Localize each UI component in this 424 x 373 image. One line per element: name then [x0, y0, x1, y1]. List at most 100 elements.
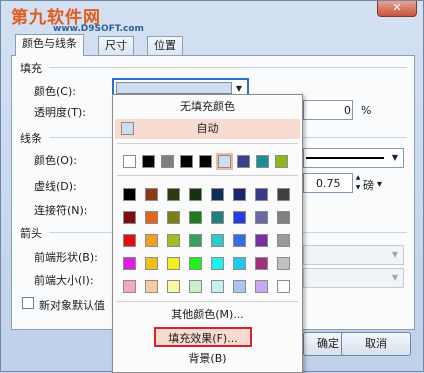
- popup-divider: [117, 301, 298, 302]
- standard-color-swatch[interactable]: [211, 188, 224, 201]
- fill-effects-label: 填充效果(F)...: [168, 332, 238, 345]
- chevron-down-icon: ▼: [391, 153, 399, 162]
- standard-color-swatch[interactable]: [167, 280, 180, 293]
- standard-color-swatch[interactable]: [255, 188, 268, 201]
- theme-color-swatch[interactable]: [142, 155, 155, 168]
- connector-label: 连接符(N):: [34, 204, 88, 217]
- standard-color-swatch[interactable]: [277, 188, 290, 201]
- standard-color-swatch[interactable]: [123, 211, 136, 224]
- standard-color-swatch[interactable]: [255, 234, 268, 247]
- tab-size[interactable]: 尺寸: [98, 36, 134, 56]
- watermark-url: www.D9SOFT.com: [53, 24, 144, 34]
- standard-color-swatch[interactable]: [233, 188, 246, 201]
- theme-color-swatch[interactable]: [216, 153, 233, 170]
- standard-color-swatch[interactable]: [211, 280, 224, 293]
- close-button[interactable]: ✕: [377, 1, 417, 17]
- standard-color-swatch[interactable]: [145, 188, 158, 201]
- standard-color-swatch[interactable]: [189, 211, 202, 224]
- line-weight-input[interactable]: 0.75: [303, 173, 353, 193]
- color-picker-popup: 无填充颜色 自动 其他颜色(M)... 填充效果(F)... 背景(B): [112, 94, 303, 373]
- line-style-preview: [306, 157, 384, 159]
- theme-color-swatch[interactable]: [123, 155, 136, 168]
- standard-color-swatch[interactable]: [233, 234, 246, 247]
- end-size-dropdown[interactable]: ▼: [303, 268, 404, 288]
- standard-color-swatch[interactable]: [167, 211, 180, 224]
- standard-color-swatch[interactable]: [255, 280, 268, 293]
- auto-label: 自动: [196, 122, 219, 135]
- theme-color-swatch[interactable]: [237, 155, 250, 168]
- watermark-logo: 第九软件网 www.D9SOFT.com: [5, 3, 155, 37]
- fill-divider: [49, 67, 407, 68]
- standard-color-swatch[interactable]: [123, 257, 136, 270]
- background-label: 背景(B): [188, 352, 227, 365]
- line-color-label: 颜色(O):: [34, 154, 77, 167]
- background-option[interactable]: 背景(B): [115, 349, 300, 369]
- line-weight-spinner[interactable]: ▲ ▼: [353, 173, 363, 193]
- standard-color-swatch[interactable]: [277, 280, 290, 293]
- begin-size-label: 前端大小(I):: [34, 274, 94, 287]
- standard-color-swatch[interactable]: [123, 280, 136, 293]
- weight-unit-chevron-icon[interactable]: ▾: [377, 179, 382, 190]
- standard-color-swatch[interactable]: [145, 234, 158, 247]
- theme-color-swatch[interactable]: [180, 155, 193, 168]
- end-style-dropdown[interactable]: ▼: [303, 245, 404, 265]
- no-fill-option[interactable]: 无填充颜色: [115, 97, 300, 117]
- standard-color-swatch[interactable]: [145, 211, 158, 224]
- tab-position[interactable]: 位置: [147, 36, 183, 56]
- dash-label: 虚线(D):: [34, 180, 77, 193]
- standard-color-swatch[interactable]: [277, 234, 290, 247]
- auto-color-swatch: [121, 122, 134, 135]
- standard-color-swatch[interactable]: [167, 234, 180, 247]
- popup-divider: [117, 175, 298, 176]
- standard-color-swatch[interactable]: [233, 257, 246, 270]
- begin-style-label: 前端形状(B):: [34, 251, 98, 264]
- theme-color-swatch[interactable]: [199, 155, 212, 168]
- theme-color-swatch[interactable]: [161, 155, 174, 168]
- standard-color-swatch[interactable]: [189, 257, 202, 270]
- standard-color-swatch[interactable]: [255, 257, 268, 270]
- standard-color-swatch[interactable]: [123, 188, 136, 201]
- line-weight-unit: 磅: [363, 179, 374, 192]
- standard-color-swatch[interactable]: [233, 211, 246, 224]
- tab-colors-lines[interactable]: 颜色与线条: [15, 34, 84, 56]
- standard-color-swatch[interactable]: [123, 234, 136, 247]
- standard-color-swatch[interactable]: [277, 257, 290, 270]
- standard-color-swatch[interactable]: [255, 211, 268, 224]
- line-section-title: 线条: [20, 132, 42, 145]
- transparency-label: 透明度(T):: [34, 106, 87, 119]
- line-style-dropdown[interactable]: ▼: [303, 148, 404, 168]
- no-fill-label: 无填充颜色: [180, 100, 235, 113]
- standard-color-swatch[interactable]: [233, 280, 246, 293]
- tab-label: 位置: [154, 39, 176, 52]
- fill-color-label: 颜色(C):: [34, 85, 76, 98]
- popup-divider: [117, 143, 298, 144]
- standard-color-swatch[interactable]: [189, 188, 202, 201]
- standard-color-swatch[interactable]: [189, 280, 202, 293]
- standard-color-swatch[interactable]: [211, 211, 224, 224]
- standard-color-swatch[interactable]: [145, 257, 158, 270]
- tab-label: 尺寸: [105, 39, 127, 52]
- default-checkbox-label: 新对象默认值: [39, 299, 105, 312]
- standard-color-swatch[interactable]: [211, 234, 224, 247]
- standard-color-swatch[interactable]: [167, 257, 180, 270]
- fill-section-title: 填充: [20, 62, 42, 75]
- more-colors-label: 其他颜色(M)...: [171, 308, 244, 321]
- standard-color-swatch[interactable]: [277, 211, 290, 224]
- fill-effects-option[interactable]: 填充效果(F)...: [154, 327, 252, 347]
- auto-option[interactable]: 自动: [115, 119, 300, 139]
- cancel-button[interactable]: 取消: [341, 332, 411, 356]
- default-checkbox[interactable]: [22, 297, 34, 309]
- standard-color-swatch[interactable]: [167, 188, 180, 201]
- arrows-section-title: 箭头: [20, 227, 42, 240]
- transparency-input[interactable]: 0: [303, 100, 353, 120]
- standard-color-swatch[interactable]: [145, 280, 158, 293]
- ok-label: 确定: [317, 337, 339, 350]
- more-colors-option[interactable]: 其他颜色(M)...: [115, 305, 300, 325]
- theme-color-swatch[interactable]: [275, 155, 288, 168]
- standard-color-swatch[interactable]: [189, 234, 202, 247]
- line-weight-value: 0.75: [316, 177, 341, 190]
- chevron-down-icon: ▼: [391, 273, 399, 282]
- dialog-window: 第九软件网 www.D9SOFT.com ✕ 颜色与线条 尺寸 位置 填充 颜色…: [0, 0, 424, 373]
- standard-color-swatch[interactable]: [211, 257, 224, 270]
- theme-color-swatch[interactable]: [256, 155, 269, 168]
